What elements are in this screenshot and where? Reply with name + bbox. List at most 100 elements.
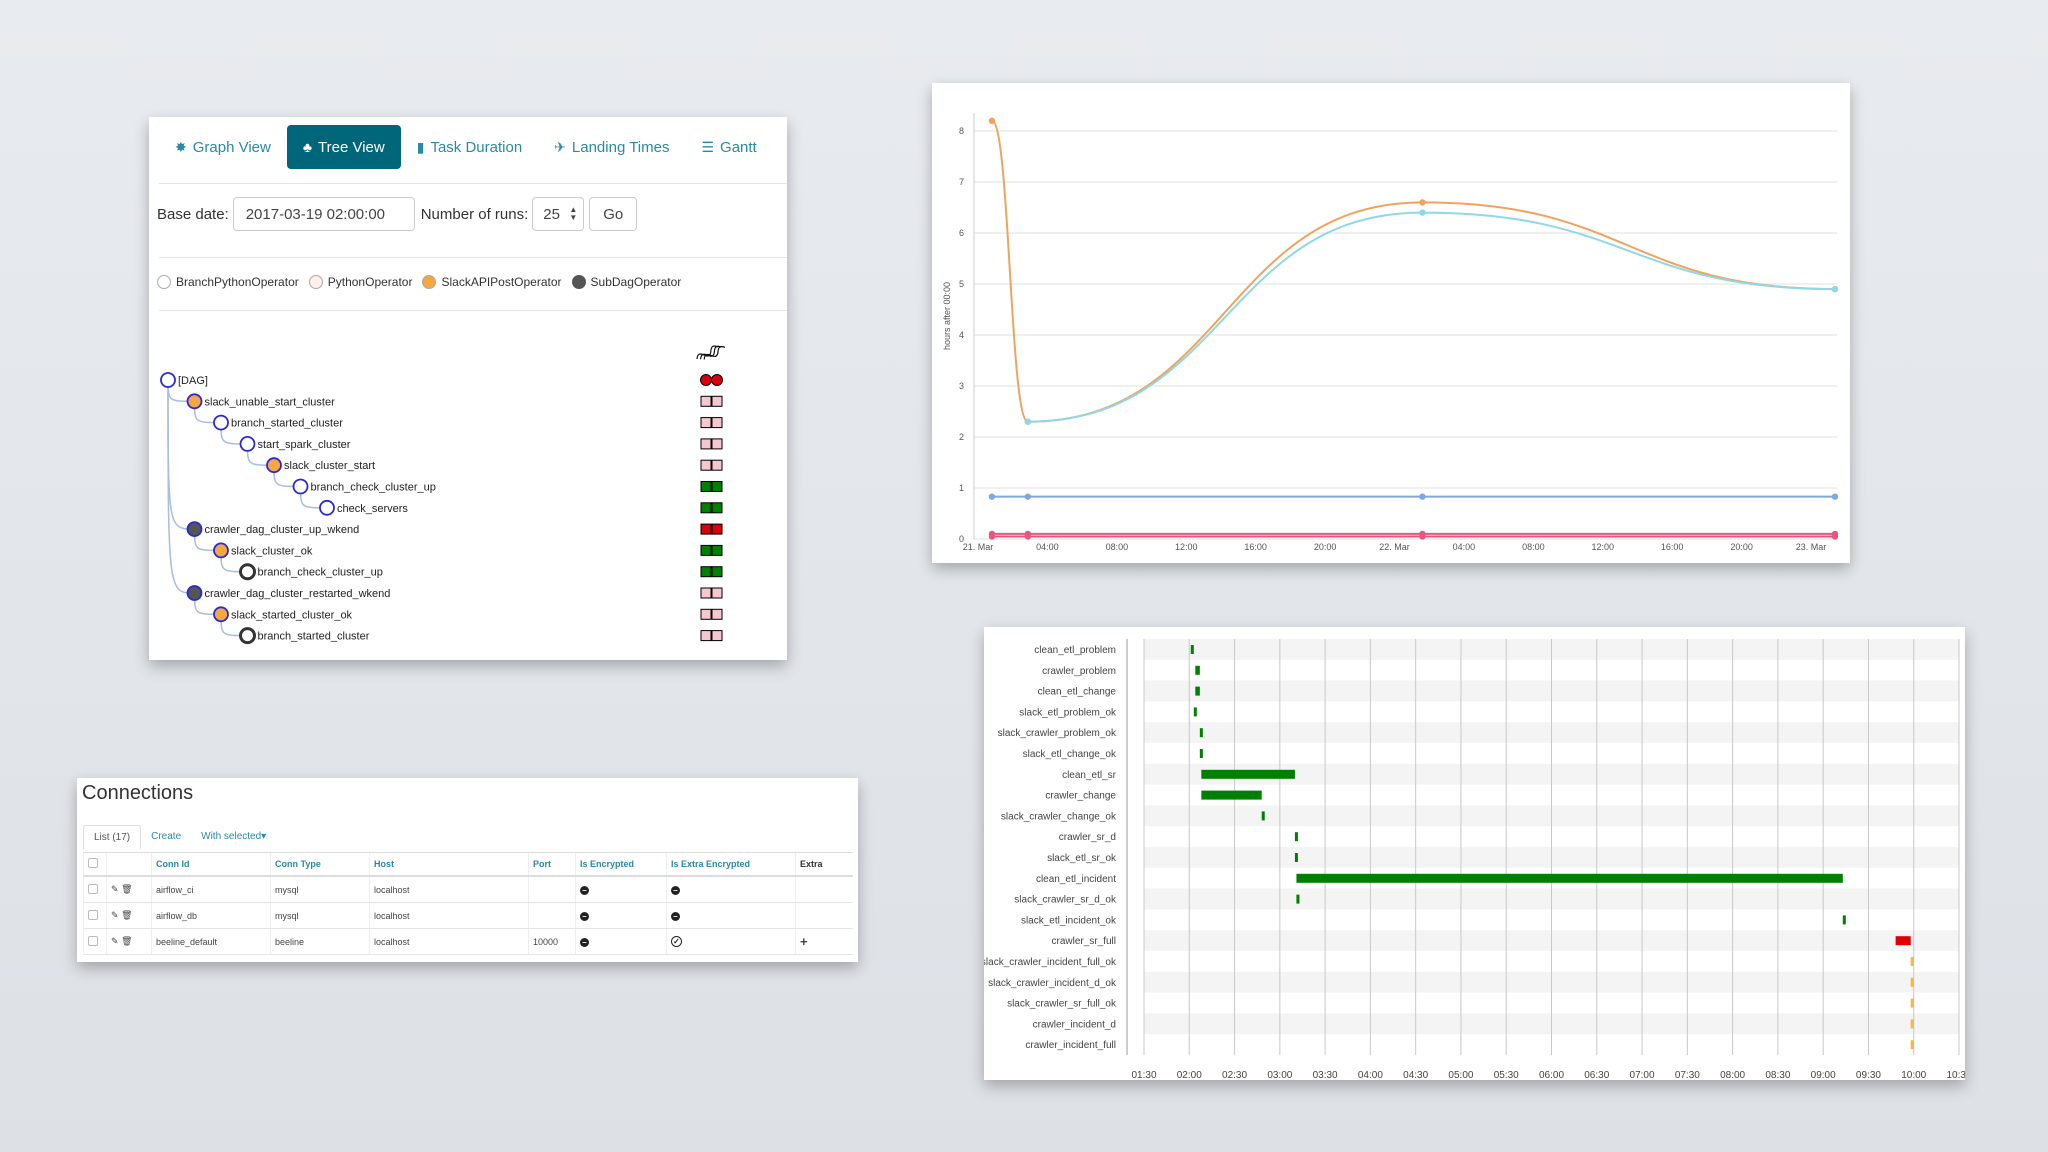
data-point[interactable] <box>988 493 996 500</box>
task-node[interactable] <box>213 542 229 559</box>
task-label[interactable]: branch_started_cluster <box>258 631 370 643</box>
dag-run-circle[interactable] <box>711 374 723 386</box>
edit-pencil-icon[interactable]: ✎ <box>111 936 119 946</box>
task-label[interactable]: [DAG] <box>178 375 208 387</box>
task-label[interactable]: branch_check_cluster_up <box>258 567 383 579</box>
data-point[interactable] <box>988 117 996 124</box>
task-bar[interactable] <box>1201 769 1295 779</box>
host-header[interactable]: Host <box>369 852 529 877</box>
edit-pencil-icon[interactable]: ✎ <box>111 884 119 894</box>
task-node[interactable] <box>186 521 203 538</box>
task-instance-square[interactable] <box>700 481 712 492</box>
trash-icon[interactable]: 🗑 <box>121 936 132 946</box>
task-instance-square[interactable] <box>700 608 712 620</box>
task-bar[interactable] <box>1294 832 1298 842</box>
task-instance-square[interactable] <box>711 459 723 471</box>
task-bar[interactable] <box>1895 936 1911 946</box>
task-bar[interactable] <box>1910 998 1914 1008</box>
dag-run-circle[interactable] <box>700 374 712 386</box>
task-node[interactable] <box>213 606 229 623</box>
row-checkbox[interactable] <box>88 909 98 920</box>
task-instance-square[interactable] <box>711 608 723 620</box>
task-bar[interactable] <box>1842 915 1846 925</box>
task-label[interactable]: crawler_dag_cluster_restarted_wkend <box>205 588 391 600</box>
task-label[interactable]: start_spark_cluster <box>258 439 351 451</box>
task-label[interactable]: slack_cluster_start <box>284 460 375 472</box>
task-node[interactable] <box>239 627 256 645</box>
port-header[interactable]: Port <box>528 852 576 877</box>
task-label[interactable]: slack_cluster_ok <box>231 545 313 557</box>
is-extra-encrypted-header[interactable]: Is Extra Encrypted <box>666 852 796 877</box>
data-point[interactable] <box>1024 418 1032 425</box>
task-label[interactable]: branch_check_cluster_up <box>311 482 436 494</box>
task-instance-square[interactable] <box>711 566 723 578</box>
task-instance-square[interactable] <box>700 438 712 450</box>
task-instance-square[interactable] <box>711 481 723 492</box>
task-bar[interactable] <box>1195 686 1200 696</box>
task-instance-square[interactable] <box>711 630 723 642</box>
task-instance-square[interactable] <box>711 587 723 599</box>
data-point[interactable] <box>1419 530 1426 538</box>
data-point[interactable] <box>1024 530 1032 538</box>
task-instance-square[interactable] <box>700 544 712 556</box>
task-node[interactable] <box>239 435 256 452</box>
data-point[interactable] <box>1831 530 1839 538</box>
conn-id-header[interactable]: Conn Id <box>151 852 271 877</box>
task-instance-square[interactable] <box>700 459 712 471</box>
tab-create[interactable]: Create <box>141 825 191 849</box>
task-bar[interactable] <box>1201 790 1262 800</box>
task-label[interactable]: branch_started_cluster <box>231 418 343 430</box>
data-point[interactable] <box>1831 493 1839 500</box>
task-node[interactable] <box>239 563 256 581</box>
trash-icon[interactable]: 🗑 <box>121 910 132 920</box>
edit-pencil-icon[interactable]: ✎ <box>111 910 119 920</box>
task-bar[interactable] <box>1296 873 1843 883</box>
task-instance-square[interactable] <box>711 417 723 429</box>
row-checkbox[interactable] <box>88 883 98 894</box>
task-instance-square[interactable] <box>700 630 712 642</box>
task-label[interactable]: slack_unable_start_cluster <box>205 396 336 408</box>
data-point[interactable] <box>1831 285 1839 293</box>
task-bar[interactable] <box>1195 665 1200 675</box>
data-point[interactable] <box>988 530 996 538</box>
select-all-checkbox[interactable] <box>88 858 98 868</box>
data-point[interactable] <box>1024 493 1032 500</box>
task-instance-square[interactable] <box>700 566 712 578</box>
task-bar[interactable] <box>1296 894 1300 904</box>
task-node[interactable] <box>186 585 203 601</box>
task-instance-square[interactable] <box>711 523 723 535</box>
data-point[interactable] <box>1419 209 1426 216</box>
task-instance-square[interactable] <box>700 523 712 535</box>
task-instance-square[interactable] <box>700 417 712 429</box>
task-label[interactable]: check_servers <box>337 503 408 515</box>
with-selected-dropdown[interactable]: With selected▾ <box>191 825 276 849</box>
task-node[interactable] <box>186 393 203 410</box>
task-node[interactable] <box>266 457 282 474</box>
conn-type-header[interactable]: Conn Type <box>270 852 370 877</box>
row-checkbox[interactable] <box>88 935 98 946</box>
task-node[interactable] <box>319 499 335 516</box>
task-instance-square[interactable] <box>711 544 723 556</box>
task-node[interactable] <box>160 372 176 388</box>
task-label[interactable]: slack_started_cluster_ok <box>231 609 353 621</box>
task-bar[interactable] <box>1910 1019 1914 1029</box>
is-encrypted-header[interactable]: Is Encrypted <box>575 852 667 877</box>
task-node[interactable] <box>292 478 309 495</box>
task-bar[interactable] <box>1199 749 1203 758</box>
task-instance-square[interactable] <box>711 438 723 450</box>
data-point[interactable] <box>1419 199 1426 206</box>
task-instance-square[interactable] <box>700 587 712 599</box>
task-bar[interactable] <box>1261 811 1265 821</box>
data-point[interactable] <box>1419 493 1426 500</box>
task-bar[interactable] <box>1910 977 1914 987</box>
task-instance-square[interactable] <box>711 502 723 514</box>
task-bar[interactable] <box>1910 1040 1914 1050</box>
task-bar[interactable] <box>1193 707 1197 717</box>
task-instance-square[interactable] <box>711 395 723 407</box>
task-bar[interactable] <box>1190 645 1194 654</box>
task-bar[interactable] <box>1199 728 1203 738</box>
task-bar[interactable] <box>1910 957 1914 966</box>
task-label[interactable]: crawler_dag_cluster_up_wkend <box>205 524 360 536</box>
tab-list[interactable]: List (17) <box>83 825 142 849</box>
task-bar[interactable] <box>1294 853 1298 862</box>
